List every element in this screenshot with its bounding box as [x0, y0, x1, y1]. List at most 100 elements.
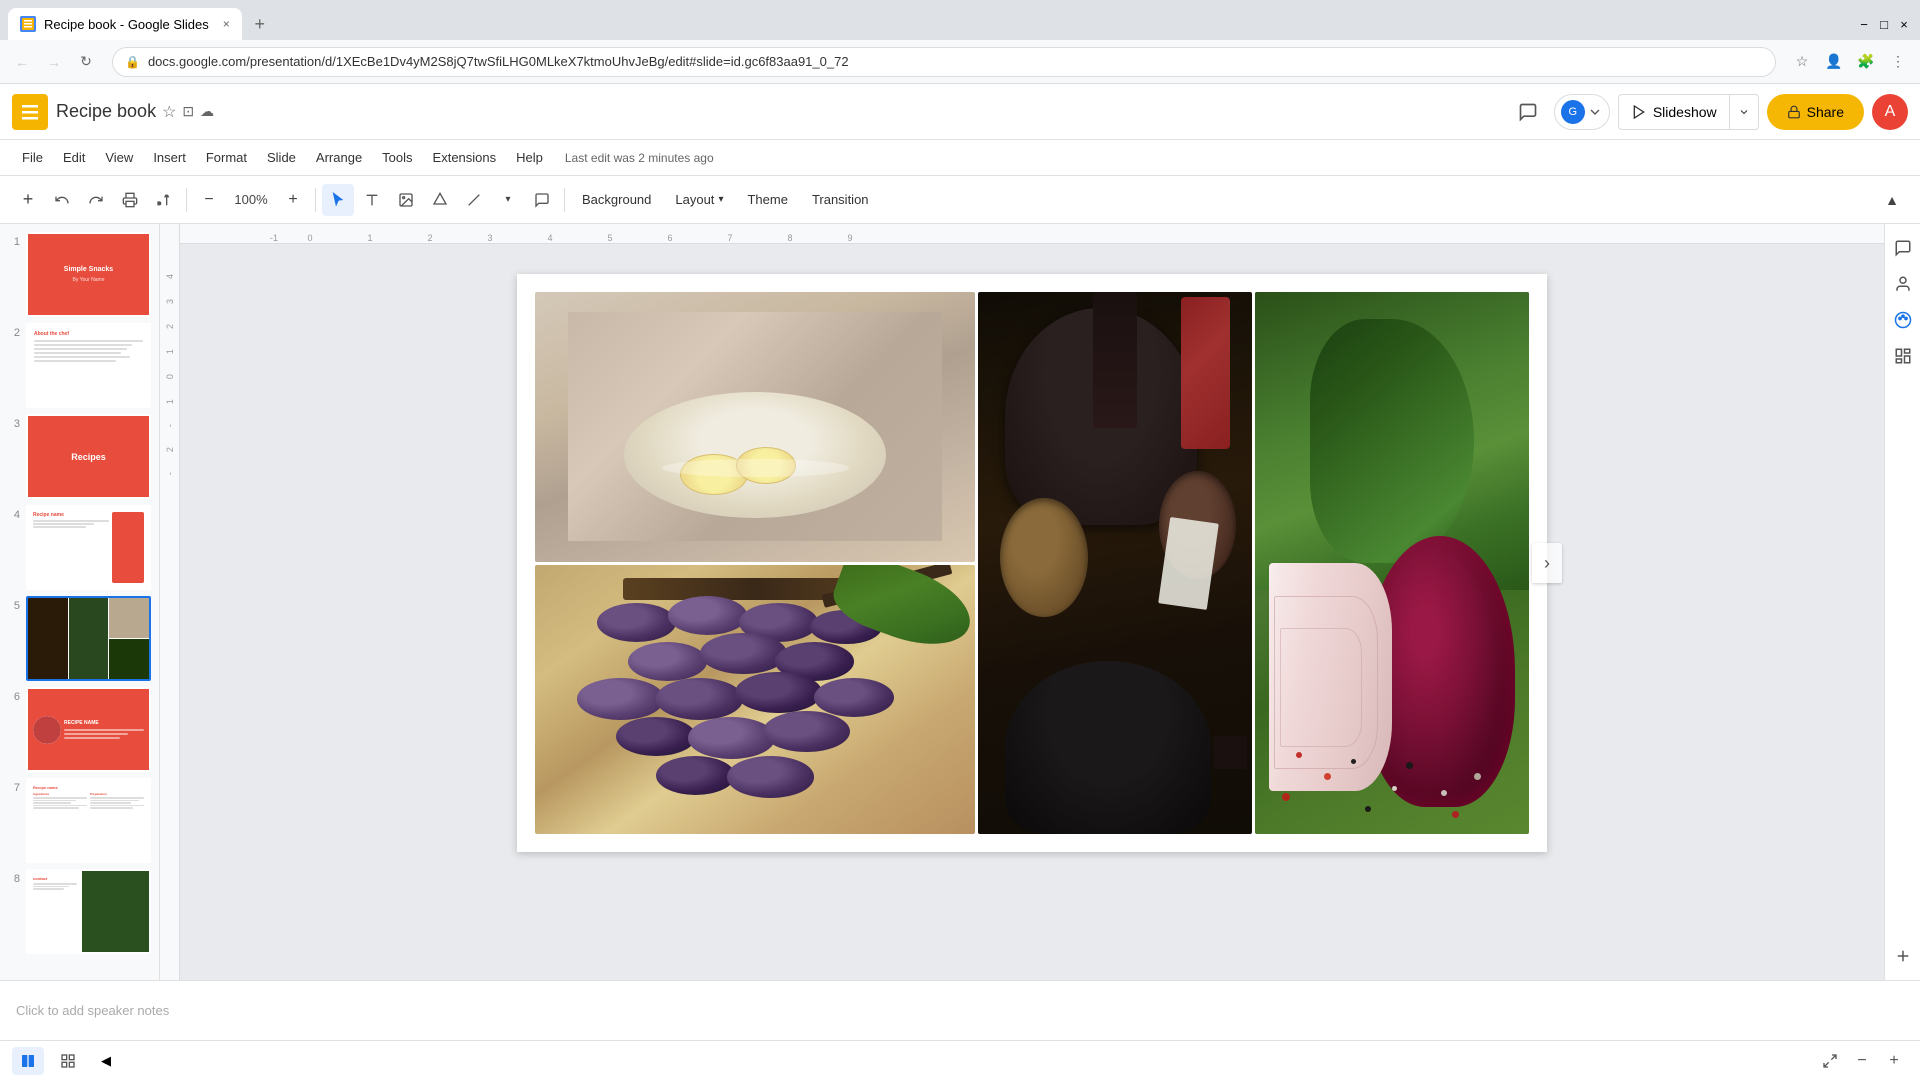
- slide-num-1: 1: [8, 232, 20, 248]
- move-icon[interactable]: ⊡: [182, 103, 194, 120]
- collab-avatars-group: G: [1554, 94, 1610, 130]
- slide-preview-3[interactable]: Recipes: [26, 414, 151, 499]
- close-window-button[interactable]: ×: [1896, 16, 1912, 32]
- slideshow-dropdown-button[interactable]: [1730, 94, 1759, 130]
- collapse-panel-button[interactable]: ◀: [92, 1047, 120, 1075]
- editor-area: -1 0 1 2 3 4 5 6 7 8 9 -2-101234: [160, 224, 1884, 980]
- comment-toolbar-button[interactable]: [526, 184, 558, 216]
- text-tool[interactable]: [356, 184, 388, 216]
- slide-view-button[interactable]: [12, 1047, 44, 1075]
- layout-button[interactable]: Layout ▾: [664, 187, 734, 212]
- sidebar-person-icon[interactable]: [1887, 268, 1919, 300]
- line-dropdown[interactable]: ▾: [492, 184, 524, 216]
- paint-format-button[interactable]: [148, 184, 180, 216]
- grid-view-button[interactable]: [52, 1047, 84, 1075]
- slide-preview-1[interactable]: Simple Snacks By Your Name: [26, 232, 151, 317]
- menu-extensions[interactable]: Extensions: [423, 146, 507, 169]
- slideshow-chevron-icon: [1738, 106, 1750, 118]
- zoom-fit-button[interactable]: [1816, 1047, 1844, 1075]
- menu-slide[interactable]: Slide: [257, 146, 306, 169]
- menu-edit[interactable]: Edit: [53, 146, 95, 169]
- slide-preview-5[interactable]: [26, 596, 151, 681]
- forward-button[interactable]: →: [40, 48, 68, 76]
- extensions-icon[interactable]: 🧩: [1852, 48, 1880, 76]
- reload-button[interactable]: ↻: [72, 48, 100, 76]
- zoom-out-bottom-button[interactable]: −: [1848, 1047, 1876, 1075]
- zoom-out-button[interactable]: −: [193, 184, 225, 216]
- canvas-scroll-area[interactable]: ›: [180, 244, 1884, 980]
- slide-num-2: 2: [8, 323, 20, 339]
- select-tool[interactable]: [322, 184, 354, 216]
- bottom-bar: ◀ − +: [0, 1040, 1920, 1080]
- print-button[interactable]: [114, 184, 146, 216]
- photo-cell-grapes[interactable]: [535, 565, 975, 835]
- zoom-in-bottom-button[interactable]: +: [1880, 1047, 1908, 1075]
- zoom-in-button[interactable]: +: [277, 184, 309, 216]
- menu-arrange[interactable]: Arrange: [306, 146, 372, 169]
- next-slide-arrow[interactable]: ›: [1532, 543, 1562, 583]
- slide-preview-8[interactable]: contact: [26, 869, 151, 954]
- bottom-right-controls: − +: [1816, 1047, 1908, 1075]
- sidebar-layout-icon[interactable]: [1887, 340, 1919, 372]
- tab-close-icon[interactable]: ×: [223, 17, 230, 31]
- new-tab-button[interactable]: +: [246, 10, 274, 38]
- slide-canvas[interactable]: ›: [517, 274, 1547, 852]
- slide-thumb-1[interactable]: 1 Simple Snacks By Your Name: [8, 232, 151, 317]
- slide-thumb-5[interactable]: 5: [8, 596, 151, 681]
- redo-button[interactable]: [80, 184, 112, 216]
- slide-preview-7[interactable]: Recipe name Ingredients Preparation: [26, 778, 151, 863]
- zoom-level[interactable]: 100%: [227, 184, 275, 216]
- user-avatar[interactable]: A: [1872, 94, 1908, 130]
- shape-tool[interactable]: [424, 184, 456, 216]
- doc-title[interactable]: Recipe book: [56, 101, 156, 122]
- photo-cell-soup[interactable]: [535, 292, 975, 562]
- address-bar[interactable]: 🔒 docs.google.com/presentation/d/1XEcBe1…: [112, 47, 1776, 77]
- line-tool[interactable]: [458, 184, 490, 216]
- menu-insert[interactable]: Insert: [143, 146, 196, 169]
- slide-thumb-2[interactable]: 2 About the chef: [8, 323, 151, 408]
- layout-label: Layout: [675, 192, 714, 207]
- browser-menu-icon[interactable]: ⋮: [1884, 48, 1912, 76]
- image-tool[interactable]: [390, 184, 422, 216]
- speaker-notes-area[interactable]: Click to add speaker notes: [0, 980, 1920, 1040]
- transition-button[interactable]: Transition: [801, 187, 880, 212]
- slide-preview-4[interactable]: Recipe name: [26, 505, 151, 590]
- sidebar-comment-icon[interactable]: [1887, 232, 1919, 264]
- slide-thumb-3[interactable]: 3 Recipes: [8, 414, 151, 499]
- sidebar-palette-icon[interactable]: [1887, 304, 1919, 336]
- undo-button[interactable]: [46, 184, 78, 216]
- slide-thumb-6[interactable]: 6 RECIPE NAME: [8, 687, 151, 772]
- slide-thumb-7[interactable]: 7 Recipe name Ingredients: [8, 778, 151, 863]
- slide-num-8: 8: [8, 869, 20, 885]
- menu-help[interactable]: Help: [506, 146, 553, 169]
- bookmark-icon[interactable]: ☆: [1788, 48, 1816, 76]
- slide-thumb-4[interactable]: 4 Recipe name: [8, 505, 151, 590]
- minimize-button[interactable]: −: [1856, 16, 1872, 32]
- menu-format[interactable]: Format: [196, 146, 257, 169]
- menu-file[interactable]: File: [12, 146, 53, 169]
- slide-preview-2[interactable]: About the chef: [26, 323, 151, 408]
- background-button[interactable]: Background: [571, 187, 662, 212]
- back-button[interactable]: ←: [8, 48, 36, 76]
- photo-cell-onion[interactable]: [1255, 292, 1529, 834]
- maximize-button[interactable]: □: [1876, 16, 1892, 32]
- toolbar-separator-1: [186, 188, 187, 212]
- collapse-toolbar-button[interactable]: ▲: [1876, 184, 1908, 216]
- share-label: Share: [1807, 104, 1844, 120]
- add-slide-button[interactable]: +: [12, 184, 44, 216]
- browser-tab[interactable]: Recipe book - Google Slides ×: [8, 8, 242, 40]
- sidebar-plus-icon[interactable]: [1887, 940, 1919, 972]
- menu-tools[interactable]: Tools: [372, 146, 422, 169]
- slide-thumb-8[interactable]: 8 contact: [8, 869, 151, 954]
- slide-num-4: 4: [8, 505, 20, 521]
- menu-view[interactable]: View: [95, 146, 143, 169]
- theme-button[interactable]: Theme: [736, 187, 798, 212]
- share-button[interactable]: Share: [1767, 94, 1864, 130]
- comments-button[interactable]: [1510, 94, 1546, 130]
- slideshow-button[interactable]: Slideshow: [1618, 94, 1730, 130]
- profile-icon[interactable]: 👤: [1820, 48, 1848, 76]
- star-icon[interactable]: ☆: [162, 102, 176, 122]
- photo-cell-spices[interactable]: [978, 292, 1252, 834]
- slide-preview-6[interactable]: RECIPE NAME: [26, 687, 151, 772]
- theme-label: Theme: [747, 192, 787, 207]
